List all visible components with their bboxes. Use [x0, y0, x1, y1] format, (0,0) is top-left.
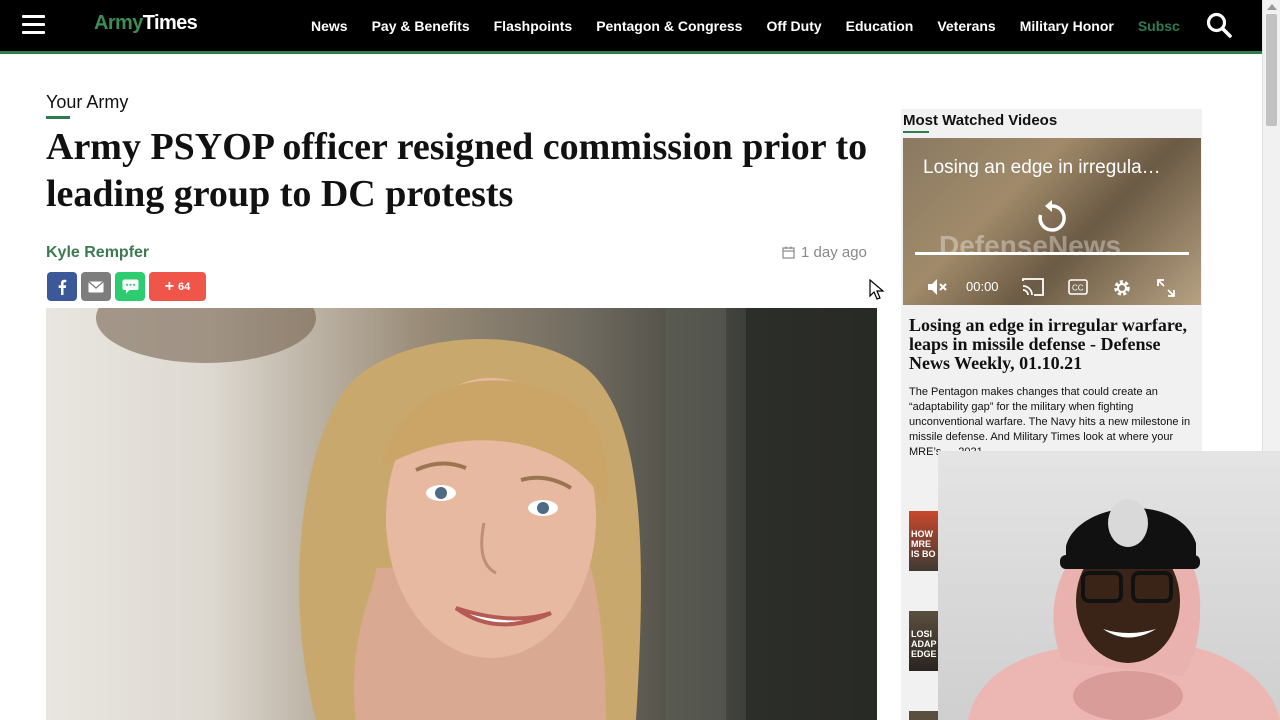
thumbnail-text: LOSI ADAP EDGE [911, 629, 937, 659]
article-photo[interactable] [46, 308, 877, 720]
top-nav-bar: ArmyTimes News Pay & Benefits Flashpoint… [0, 0, 1262, 54]
nav-pentagon-congress[interactable]: Pentagon & Congress [596, 18, 742, 34]
plus-icon: + [164, 277, 175, 295]
publish-date-text: 1 day ago [801, 244, 867, 261]
envelope-icon [88, 280, 104, 292]
streamer-webcam-image [968, 499, 1280, 720]
section-underline [46, 116, 70, 119]
thumbnail-text: HOW MRE IS BO [911, 529, 936, 559]
nav-flashpoints[interactable]: Flashpoints [494, 18, 573, 34]
nav-military-honor[interactable]: Military Honor [1020, 18, 1114, 34]
video-headline[interactable]: Losing an edge in irregular warfare, lea… [909, 316, 1194, 373]
author-name[interactable]: Kyle Rempfer [46, 244, 149, 262]
logo-army: Army [94, 12, 143, 34]
nav-news[interactable]: News [311, 18, 348, 34]
main-nav: News Pay & Benefits Flashpoints Pentagon… [299, 0, 1192, 51]
nav-subscribe[interactable]: Subsc [1138, 18, 1180, 34]
nav-off-duty[interactable]: Off Duty [766, 18, 821, 34]
article-headline: Army PSYOP officer resigned commission p… [46, 126, 868, 215]
replay-icon[interactable] [1034, 200, 1070, 236]
share-count: 64 [178, 280, 191, 293]
nav-education[interactable]: Education [846, 18, 914, 34]
cast-icon[interactable] [1022, 278, 1044, 296]
nav-veterans[interactable]: Veterans [937, 18, 995, 34]
email-share-button[interactable] [81, 272, 111, 301]
sms-icon [122, 279, 138, 294]
facebook-share-button[interactable] [47, 272, 77, 301]
video-time: 00:00 [966, 279, 999, 294]
sms-share-button[interactable] [115, 272, 145, 301]
hamburger-menu-icon[interactable] [22, 15, 45, 34]
scroll-up-arrow-icon[interactable] [1267, 4, 1277, 10]
fullscreen-icon[interactable] [1157, 279, 1175, 297]
video-thumbnail[interactable]: HOW MRE IS BO [909, 511, 939, 571]
sidebar-title-underline [903, 131, 929, 133]
video-thumbnail[interactable]: LOSI ADAP EDGE [909, 611, 939, 671]
scroll-thumb[interactable] [1266, 14, 1277, 126]
settings-gear-icon[interactable] [1112, 278, 1132, 298]
facebook-icon [58, 279, 67, 295]
publish-date: 1 day ago [782, 244, 867, 261]
calendar-icon [782, 246, 795, 259]
video-description: The Pentagon makes changes that could cr… [909, 386, 1191, 458]
sidebar-title: Most Watched Videos [903, 112, 1058, 129]
video-controls: 00:00 CC [903, 269, 1201, 305]
search-icon[interactable] [1206, 12, 1232, 38]
video-thumbnail[interactable] [909, 711, 939, 720]
mute-icon[interactable] [927, 278, 949, 296]
section-label[interactable]: Your Army [46, 92, 128, 113]
closed-captions-icon[interactable]: CC [1068, 279, 1088, 295]
svg-text:CC: CC [1072, 284, 1084, 293]
video-player[interactable]: Losing an edge in irregula… DefenseNews … [903, 138, 1201, 305]
video-progress-bar[interactable] [915, 252, 1189, 255]
webcam-overlay [938, 451, 1280, 720]
mouse-cursor-icon [869, 279, 885, 300]
woman-portrait-image [96, 308, 877, 720]
video-watermark: DefenseNews [939, 230, 1122, 261]
nav-pay-benefits[interactable]: Pay & Benefits [372, 18, 470, 34]
share-buttons: + 64 [47, 272, 210, 301]
more-share-button[interactable]: + 64 [149, 272, 206, 301]
site-logo[interactable]: ArmyTimes [94, 12, 198, 35]
video-title: Losing an edge in irregula… [923, 157, 1161, 178]
logo-times: Times [142, 12, 198, 34]
